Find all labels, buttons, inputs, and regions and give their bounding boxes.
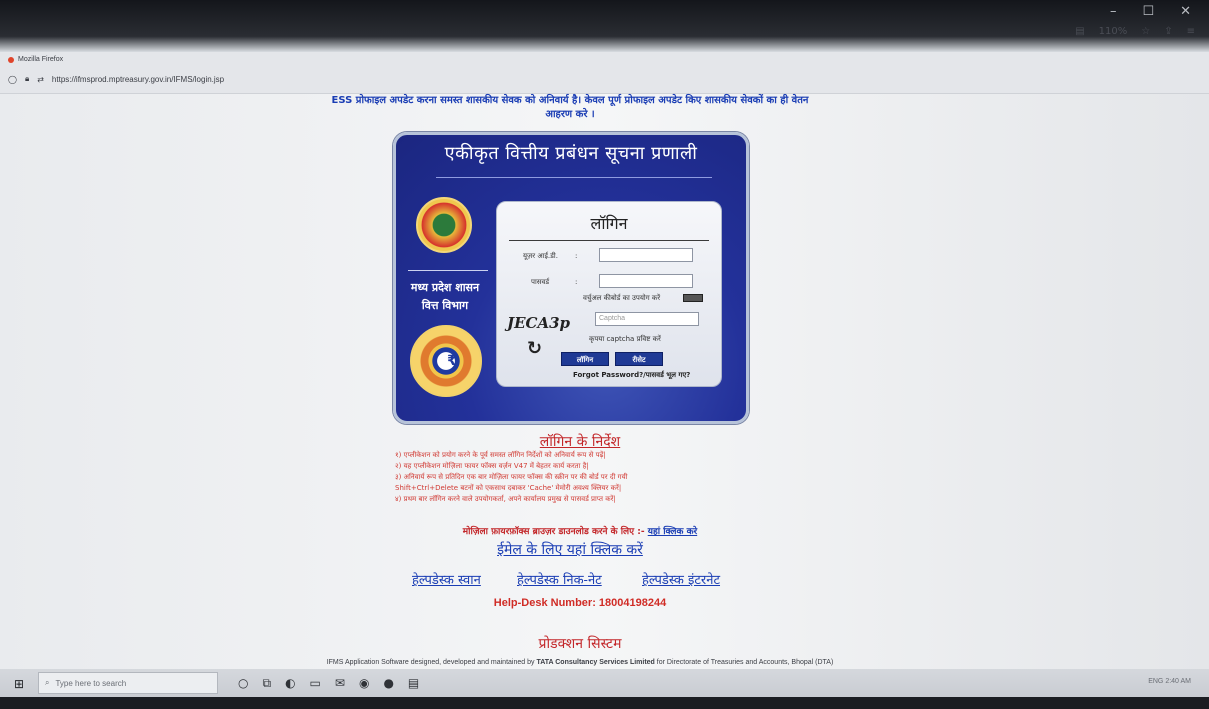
taskbar-apps: ○ ⧉ ◐ ▭ ✉ ◉ ● ▤: [238, 676, 419, 691]
chrome-icon[interactable]: ◉: [359, 676, 369, 691]
panel-divider: [436, 177, 712, 178]
captcha-refresh-icon[interactable]: ↻: [527, 338, 542, 359]
address-bar[interactable]: ◯ 🔒︎ ⇄ https://ifmsprod.mptreasury.gov.i…: [8, 74, 224, 84]
task-view-icon[interactable]: ⧉: [262, 676, 271, 691]
window-controls: – ☐ ✕: [1110, 4, 1191, 19]
email-link[interactable]: ईमेल के लिए यहां क्लिक करें: [440, 540, 700, 559]
browser-chrome: Mozilla Firefox ◯ 🔒︎ ⇄ https://ifmsprod.…: [0, 52, 1209, 94]
panel-title: एकीकृत वित्तीय प्रबंधन सूचना प्रणाली: [444, 143, 698, 164]
user-id-label: यूज़र आई.डी.: [523, 252, 558, 260]
department-label: मध्य प्रदेश शासन वित्त विभाग: [402, 279, 488, 315]
browser-name-label: Mozilla Firefox: [18, 56, 64, 63]
footer-credits: IFMS Application Software designed, deve…: [180, 659, 980, 666]
password-label: पासवर्ड: [531, 278, 550, 286]
forgot-password-link[interactable]: Forgot Password?/पासवर्ड भूल गए?: [573, 371, 690, 380]
login-button[interactable]: लॉगिन: [561, 352, 609, 366]
captcha-input[interactable]: Captcha: [595, 312, 699, 326]
mail-icon[interactable]: ✉: [335, 676, 345, 691]
footer-suffix: for Directorate of Treasuries and Accoun…: [656, 659, 834, 666]
share-icon[interactable]: ⇪: [1164, 26, 1172, 37]
firefox-download-text: मोज़िला फ़ायरफ़ॉक्स ब्राउज़र डाउनलोड करन…: [462, 527, 645, 537]
windows-taskbar: ⊞ ⌕ Type here to search ○ ⧉ ◐ ▭ ✉ ◉ ● ▤ …: [0, 669, 1209, 697]
instruction-item: ४) प्रथम बार लॉगिन करने वाले उपयोगकर्ता,…: [395, 495, 616, 503]
file-explorer-icon[interactable]: ▭: [310, 676, 321, 691]
production-system-label: प्रोडक्शन सिस्टम: [538, 636, 622, 652]
rupee-icon: ₹: [447, 353, 457, 369]
instruction-item: ३) अनिवार्य रूप से प्रतिदिन एक बार मोज़ि…: [395, 473, 628, 481]
firefox-taskbar-icon[interactable]: ●: [383, 676, 393, 691]
helpdesk-swan-link[interactable]: हेल्पडेस्क स्वान: [412, 570, 481, 588]
edge-icon[interactable]: ◐: [285, 676, 295, 691]
firefox-download-line: मोज़िला फ़ायरफ़ॉक्स ब्राउज़र डाउनलोड करन…: [420, 524, 740, 537]
user-id-colon: :: [575, 252, 578, 260]
instruction-item: Shift+Ctrl+Delete बटनों को एकसाथ दबाकर '…: [395, 484, 622, 492]
taskbar-search-placeholder: Type here to search: [55, 678, 127, 688]
minimize-button[interactable]: –: [1110, 4, 1117, 19]
footer-prefix: IFMS Application Software designed, deve…: [326, 659, 535, 666]
login-form: लॉगिन यूज़र आई.डी. : पासवर्ड : वर्चुअल क…: [496, 201, 722, 387]
maximize-button[interactable]: ☐: [1142, 4, 1154, 19]
finance-seal-icon: ₹: [410, 325, 482, 397]
lock-icon[interactable]: 🔒︎: [25, 74, 29, 84]
footer-company: TATA Consultancy Services Limited: [536, 659, 655, 666]
window-titlebar: – ☐ ✕ ▤ 110% ☆ ⇪ ≡: [0, 0, 1209, 52]
login-title: लॉगिन: [590, 214, 628, 233]
reader-view-icon[interactable]: ▤: [1075, 26, 1084, 37]
password-input[interactable]: [599, 274, 693, 288]
url-text[interactable]: https://ifmsprod.mptreasury.gov.in/IFMS/…: [52, 75, 224, 84]
browser-toolbar-icons: ▤ 110% ☆ ⇪ ≡: [1075, 26, 1195, 37]
helpdesk-internet-link[interactable]: हेल्पडेस्क इंटरनेट: [642, 570, 720, 588]
instruction-item: १) एप्लीकेशन को प्रयोग करने के पूर्व समस…: [395, 451, 606, 459]
ess-notice: ESS प्रोफाइल अपडेट करना समस्त शासकीय सेव…: [331, 95, 809, 120]
instructions-list: १) एप्लीकेशन को प्रयोग करने के पूर्व समस…: [395, 450, 755, 505]
helpdesk-number: Help-Desk Number: 18004198244: [493, 597, 667, 609]
virtual-keyboard-icon[interactable]: [683, 294, 703, 302]
user-id-input[interactable]: [599, 248, 693, 262]
login-divider: [509, 240, 709, 241]
instructions-title: लॉगिन के निर्देश: [539, 434, 621, 450]
taskbar-search[interactable]: ⌕ Type here to search: [38, 672, 218, 694]
firefox-icon: [8, 56, 14, 63]
menu-icon[interactable]: ≡: [1187, 26, 1195, 37]
captcha-hint: कृपया captcha प्रविष्ट करें: [589, 335, 661, 343]
shield-icon[interactable]: ◯: [8, 75, 17, 84]
firefox-download-link[interactable]: यहां क्लिक करे: [648, 527, 697, 537]
reset-button[interactable]: रीसेट: [615, 352, 663, 366]
monitor-bezel: [0, 697, 1209, 709]
mp-government-emblem-icon: [416, 197, 472, 253]
bookmark-star-icon[interactable]: ☆: [1141, 26, 1150, 37]
helpdesk-nicnet-link[interactable]: हेल्पडेस्क निक-नेट: [517, 570, 602, 588]
permissions-icon[interactable]: ⇄: [37, 75, 44, 84]
department-line1: मध्य प्रदेश शासन: [410, 281, 480, 294]
zoom-level[interactable]: 110%: [1099, 26, 1128, 37]
department-divider: [408, 270, 488, 271]
captcha-image: JECA3p: [507, 314, 571, 332]
search-icon: ⌕: [45, 678, 50, 687]
cortana-icon[interactable]: ○: [238, 676, 248, 691]
department-line2: वित्त विभाग: [421, 299, 469, 312]
app-icon[interactable]: ▤: [408, 676, 419, 691]
virtual-keyboard-label: वर्चुअल कीबोर्ड का उपयोग करें: [583, 294, 661, 302]
instruction-item: २) यह एप्लीकेशन मोज़िला फायर फॉक्स वर्ज़…: [395, 462, 589, 470]
windows-start-icon[interactable]: ⊞: [14, 677, 26, 691]
close-button[interactable]: ✕: [1180, 4, 1191, 19]
browser-title: Mozilla Firefox: [8, 56, 63, 63]
password-colon: :: [575, 278, 578, 286]
page-content: ESS प्रोफाइल अपडेट करना समस्त शासकीय सेव…: [0, 94, 1209, 678]
login-panel: एकीकृत वित्तीय प्रबंधन सूचना प्रणाली मध्…: [393, 132, 749, 424]
system-tray: ENG 2:40 AM: [1148, 678, 1191, 685]
